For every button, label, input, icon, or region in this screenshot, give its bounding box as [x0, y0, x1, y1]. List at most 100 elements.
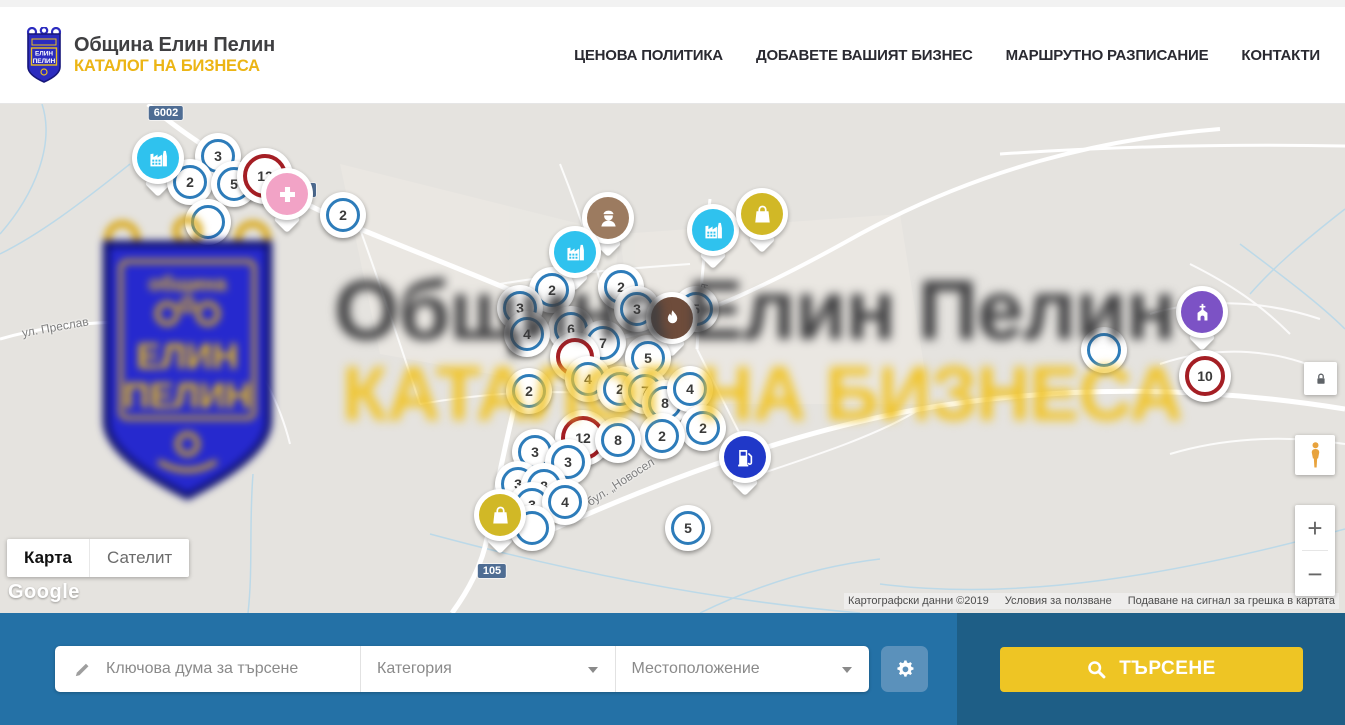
cluster-count: 4	[686, 381, 694, 397]
lock-icon	[1313, 371, 1329, 387]
cluster-ring: 5	[671, 511, 705, 545]
cluster-ring: 2	[686, 411, 720, 445]
keyword-input[interactable]	[104, 659, 346, 679]
google-logo[interactable]: Google	[8, 581, 80, 604]
nav-add-your-business[interactable]: ДОБАВЕТЕ ВАШИЯТ БИЗНЕС	[756, 47, 973, 64]
cluster-marker[interactable]: 10	[1179, 350, 1231, 402]
main-nav: ЦЕНОВА ПОЛИТИКА ДОБАВЕТЕ ВАШИЯТ БИЗНЕС М…	[574, 47, 1320, 64]
cluster-ring	[1087, 333, 1121, 367]
fuel-pin-marker[interactable]	[719, 431, 771, 499]
cluster-count: 2	[186, 174, 194, 190]
factory-pin-marker[interactable]	[687, 204, 739, 272]
flame-icon	[651, 297, 693, 339]
cluster-count: 4	[523, 326, 531, 342]
chevron-down-icon	[842, 667, 852, 673]
factory-icon	[692, 209, 734, 251]
search-button[interactable]: ТЪРСЕНЕ	[1000, 647, 1303, 692]
cluster-ring: 4	[548, 485, 582, 519]
site-brand[interactable]: ЕЛИН ПЕЛИН Община Елин Пелин КАТАЛОГ НА …	[24, 27, 275, 84]
cluster-ring	[191, 205, 225, 239]
map-canvas[interactable]: ул. Преславбул. „Новоселция6002105 32512…	[0, 104, 1345, 613]
attribution-map-data: Картографски данни ©2019	[848, 595, 989, 607]
site-title: Община Елин Пелин	[74, 34, 275, 57]
cluster-count: 10	[1197, 368, 1213, 384]
cluster-count: 4	[561, 494, 569, 510]
cluster-ring: 4	[510, 317, 544, 351]
logo-text-2: ПЕЛИН	[33, 58, 56, 65]
cluster-marker[interactable]: 8	[595, 417, 641, 463]
location-select-value: Местоположение	[632, 660, 760, 678]
fuel-icon	[724, 436, 766, 478]
cluster-ring: 10	[1185, 356, 1225, 396]
municipality-logo[interactable]: ЕЛИН ПЕЛИН	[24, 27, 64, 84]
nav-contacts[interactable]: КОНТАКТИ	[1241, 47, 1320, 64]
cluster-count: 3	[633, 301, 641, 317]
pegman-icon	[1308, 441, 1323, 469]
shopping-bag-pin-marker[interactable]	[736, 188, 788, 256]
map-markers-layer: 32512223523675424278422128333834510	[0, 104, 1345, 613]
pencil-icon	[73, 660, 92, 679]
church-pin-marker[interactable]	[1176, 286, 1228, 354]
cluster-marker[interactable]: 2	[680, 405, 726, 451]
cluster-count: 3	[214, 148, 222, 164]
medical-cross-icon	[266, 173, 308, 215]
cluster-marker[interactable]: 4	[504, 311, 550, 357]
pin-head	[549, 226, 601, 278]
cluster-count: 8	[614, 432, 622, 448]
cluster-count: 3	[564, 454, 572, 470]
gear-icon	[894, 658, 916, 680]
nav-pricing-policy[interactable]: ЦЕНОВА ПОЛИТИКА	[574, 47, 723, 64]
cluster-count: 2	[658, 428, 666, 444]
medical-cross-pin-marker[interactable]	[261, 168, 313, 236]
chevron-down-icon	[588, 667, 598, 673]
cluster-ring: 2	[645, 419, 679, 453]
shopping-bag-icon	[479, 494, 521, 536]
street-view-pegman-button[interactable]	[1295, 435, 1335, 475]
cluster-ring: 2	[326, 198, 360, 232]
cluster-count: 5	[684, 520, 692, 536]
site-header: ЕЛИН ПЕЛИН Община Елин Пелин КАТАЛОГ НА …	[0, 7, 1345, 104]
cluster-count: 2	[699, 420, 707, 436]
factory-icon	[137, 137, 179, 179]
top-strip	[0, 0, 1345, 7]
cluster-marker[interactable]: 2	[320, 192, 366, 238]
cluster-marker[interactable]: 2	[639, 413, 685, 459]
pin-head	[474, 489, 526, 541]
shopping-bag-icon	[741, 193, 783, 235]
cluster-count: 4	[584, 371, 592, 387]
pin-head	[1176, 286, 1228, 338]
zoom-control: + −	[1295, 505, 1335, 596]
category-select-value: Категория	[377, 660, 452, 678]
cluster-ring: 2	[512, 374, 546, 408]
map-type-satellite-button[interactable]: Сателит	[89, 539, 189, 577]
nav-route-schedule[interactable]: МАРШРУТНО РАЗПИСАНИЕ	[1006, 47, 1209, 64]
cluster-count: 5	[644, 350, 652, 366]
cluster-marker[interactable]	[185, 199, 231, 245]
keyword-field[interactable]	[55, 646, 360, 692]
lock-control-button[interactable]	[1304, 362, 1337, 395]
search-action-panel: ТЪРСЕНЕ	[957, 613, 1345, 725]
location-select[interactable]: Местоположение	[615, 646, 870, 692]
search-button-label: ТЪРСЕНЕ	[1119, 658, 1216, 680]
map-type-map-button[interactable]: Карта	[7, 539, 89, 577]
pin-head	[261, 168, 313, 220]
cluster-marker[interactable]: 5	[665, 505, 711, 551]
church-icon	[1181, 291, 1223, 333]
cluster-count: 7	[599, 335, 607, 351]
cluster-count: 2	[339, 207, 347, 223]
attribution-terms-link[interactable]: Условия за ползване	[1005, 595, 1112, 607]
cluster-ring: 8	[601, 423, 635, 457]
pin-head	[132, 132, 184, 184]
cluster-marker[interactable]	[1081, 327, 1127, 373]
advanced-search-button[interactable]	[881, 646, 928, 692]
category-select[interactable]: Категория	[360, 646, 615, 692]
search-bar: Категория Местоположение ТЪРСЕНЕ	[0, 613, 1345, 725]
attribution-report-error-link[interactable]: Подаване на сигнал за грешка в картата	[1128, 595, 1335, 607]
search-icon	[1086, 659, 1107, 680]
pin-head	[646, 292, 698, 344]
zoom-out-button[interactable]: −	[1295, 551, 1335, 596]
cluster-marker[interactable]: 2	[506, 368, 552, 414]
zoom-in-button[interactable]: +	[1295, 505, 1335, 550]
search-fields-panel: Категория Местоположение	[0, 613, 957, 725]
cluster-count: 2	[525, 383, 533, 399]
